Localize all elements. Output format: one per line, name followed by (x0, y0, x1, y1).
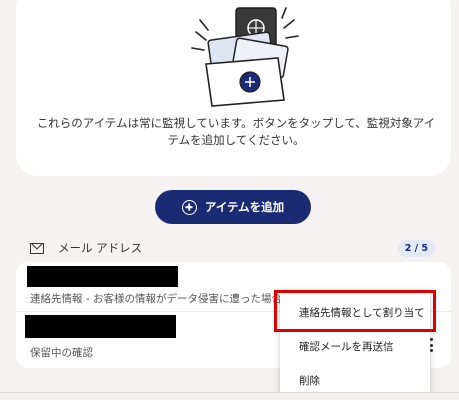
item-detail: 連絡先情報 - お客様の情報がデータ侵害に遭った場合、[ (30, 293, 297, 305)
count-badge: 2 / 5 (397, 239, 435, 257)
menu-item-resend-confirmation[interactable]: 確認メールを再送信 (299, 339, 394, 354)
context-menu: 連絡先情報として割り当て 確認メールを再送信 削除 (280, 290, 430, 398)
hero-description: これらのアイテムは常に監視しています。ボタンをタップして、監視対象アイテムを追加… (36, 116, 436, 147)
hero-card: これらのアイテムは常に監視しています。ボタンをタップして、監視対象アイテムを追加… (16, 0, 451, 176)
plus-circle-icon (181, 199, 197, 215)
redacted-email (25, 315, 176, 338)
add-item-label: アイテムを追加 (204, 200, 285, 214)
item-detail: 保留中の確認 (30, 347, 93, 359)
section-title: メール アドレス (58, 241, 143, 255)
email-section-header: メール アドレス 2 / 5 (30, 238, 435, 258)
bottom-bar (0, 392, 459, 400)
redacted-email (27, 266, 178, 287)
add-item-button[interactable]: アイテムを追加 (155, 190, 311, 224)
menu-item-assign-contact[interactable]: 連絡先情報として割り当て (299, 305, 425, 320)
mail-icon (30, 242, 44, 254)
wallet-illustration-icon (191, 7, 299, 107)
menu-item-delete[interactable]: 削除 (299, 373, 320, 388)
